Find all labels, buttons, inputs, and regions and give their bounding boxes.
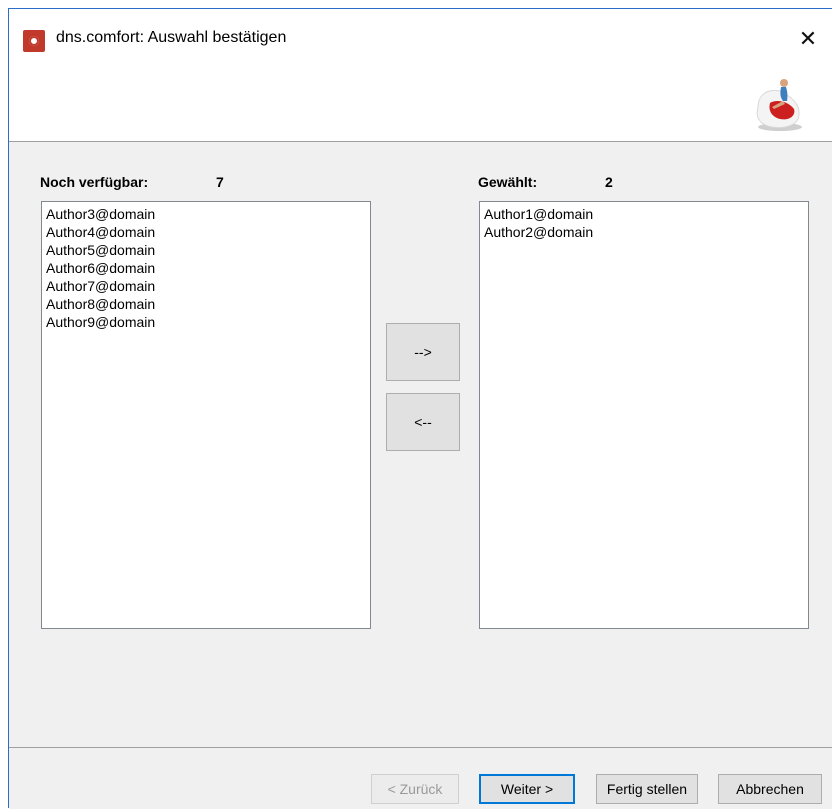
selected-label: Gewählt: bbox=[478, 174, 538, 190]
finish-button[interactable]: Fertig stellen bbox=[596, 774, 698, 804]
list-item[interactable]: Author7@domain bbox=[46, 277, 366, 295]
window-title: dns.comfort: Auswahl bestätigen bbox=[56, 29, 287, 46]
selected-count: 2 bbox=[605, 174, 613, 190]
gear-icon bbox=[23, 30, 45, 52]
wizard-content: Noch verfügbar: 7 Author3@domain Author4… bbox=[9, 142, 832, 747]
list-item[interactable]: Author6@domain bbox=[46, 259, 366, 277]
available-count: 7 bbox=[216, 174, 224, 190]
available-listbox[interactable]: Author3@domain Author4@domain Author5@do… bbox=[41, 201, 371, 629]
wizard-footer: < Zurück Weiter > Fertig stellen Abbrech… bbox=[9, 748, 832, 809]
remove-button[interactable]: <-- bbox=[386, 393, 460, 451]
available-label: Noch verfügbar: bbox=[40, 174, 149, 190]
list-item[interactable]: Author4@domain bbox=[46, 223, 366, 241]
chair-logo-icon bbox=[756, 79, 802, 131]
add-button[interactable]: --> bbox=[386, 323, 460, 381]
list-item[interactable]: Author8@domain bbox=[46, 295, 366, 313]
list-item[interactable]: Author2@domain bbox=[484, 223, 804, 241]
list-item[interactable]: Author9@domain bbox=[46, 313, 366, 331]
close-button[interactable]: ✕ bbox=[788, 21, 828, 57]
list-item[interactable]: Author1@domain bbox=[484, 205, 804, 223]
list-item[interactable]: Author5@domain bbox=[46, 241, 366, 259]
wizard-header bbox=[9, 65, 832, 142]
title-bar: dns.comfort: Auswahl bestätigen ✕ bbox=[9, 9, 832, 65]
next-button[interactable]: Weiter > bbox=[479, 774, 575, 804]
dialog-window: dns.comfort: Auswahl bestätigen ✕ Noch v… bbox=[8, 8, 832, 809]
selected-listbox[interactable]: Author1@domain Author2@domain bbox=[479, 201, 809, 629]
cancel-button[interactable]: Abbrechen bbox=[718, 774, 822, 804]
back-button[interactable]: < Zurück bbox=[371, 774, 459, 804]
list-item[interactable]: Author3@domain bbox=[46, 205, 366, 223]
